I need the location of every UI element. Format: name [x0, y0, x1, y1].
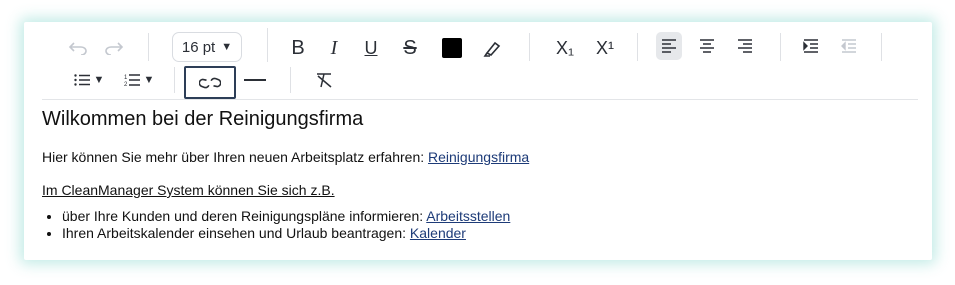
svg-text:1: 1	[124, 75, 128, 81]
font-size-value: 16 pt	[181, 38, 216, 56]
toolbar-separator	[637, 33, 638, 61]
toolbar-separator	[174, 67, 175, 93]
toolbar-separator	[290, 67, 291, 93]
redo-icon[interactable]	[100, 34, 128, 62]
clear-formatting-icon	[317, 73, 332, 88]
svg-text:2: 2	[124, 82, 128, 87]
kalender-link[interactable]: Kalender	[410, 225, 466, 241]
toolbar-separator	[881, 33, 882, 61]
bullet-list-button[interactable]: ▼	[70, 68, 108, 92]
bold-button[interactable]: B	[284, 34, 312, 62]
insert-link-button[interactable]	[184, 66, 236, 99]
highlight-button[interactable]	[479, 34, 507, 62]
chevron-down-icon: ▼	[143, 74, 155, 86]
undo-icon[interactable]	[64, 34, 92, 62]
align-center-button[interactable]	[694, 32, 720, 60]
highlighter-icon	[483, 41, 501, 57]
align-left-icon	[662, 39, 676, 53]
strikethrough-button[interactable]: S	[396, 34, 424, 62]
feature-list: über Ihre Kunden und deren Reinigungsplä…	[42, 208, 510, 242]
page-title: Wilkommen bei der Reinigungsfirma	[42, 108, 364, 130]
italic-button[interactable]: I	[320, 34, 348, 62]
intro-paragraph: Hier können Sie mehr über Ihren neuen Ar…	[42, 148, 529, 166]
subscript-icon: X₁	[555, 37, 575, 58]
list-item-text: Ihren Arbeitskalender einsehen und Urlau…	[62, 225, 410, 241]
editor-toolbar: 16 pt ▼ B I U S X₁ X¹ ▼ 1 2 ▼	[24, 22, 932, 100]
horizontal-rule-icon	[244, 79, 266, 81]
chevron-down-icon: ▼	[93, 74, 105, 86]
editor-card: 16 pt ▼ B I U S X₁ X¹ ▼ 1 2 ▼ Wilkommen …	[24, 22, 932, 260]
horizontal-rule-button[interactable]	[240, 68, 270, 92]
toolbar-separator	[267, 28, 268, 62]
system-line: Im CleanManager System können Sie sich z…	[42, 182, 335, 198]
arbeitsstellen-link[interactable]: Arbeitsstellen	[426, 208, 510, 224]
italic-icon: I	[330, 36, 338, 59]
text-color-button[interactable]	[438, 34, 466, 62]
bold-icon: B	[291, 36, 305, 59]
strikethrough-icon: S	[403, 36, 417, 59]
toolbar-divider	[42, 99, 918, 100]
indent-icon	[803, 39, 818, 53]
align-left-button[interactable]	[656, 32, 682, 60]
subscript-button[interactable]: X₁	[548, 34, 582, 62]
chevron-down-icon: ▼	[221, 41, 233, 53]
font-size-select[interactable]: 16 pt ▼	[172, 32, 242, 62]
intro-text: Hier können Sie mehr über Ihren neuen Ar…	[42, 149, 429, 165]
text-color-swatch	[442, 38, 462, 58]
numbered-list-button[interactable]: 12 ▼	[120, 68, 158, 92]
outdent-button[interactable]	[836, 32, 862, 60]
align-center-icon	[700, 39, 714, 53]
editor-content[interactable]: Wilkommen bei der Reinigungsfirma Hier k…	[42, 106, 912, 241]
indent-button[interactable]	[798, 32, 824, 60]
reinigungsfirma-link[interactable]: Reinigungsfirma	[428, 149, 529, 165]
outdent-icon	[841, 39, 856, 53]
toolbar-separator	[148, 33, 149, 61]
list-item: Ihren Arbeitskalender einsehen und Urlau…	[62, 225, 510, 242]
clear-formatting-button[interactable]	[310, 68, 340, 92]
list-item-text: über Ihre Kunden und deren Reinigungsplä…	[62, 208, 427, 224]
align-right-button[interactable]	[732, 32, 758, 60]
bullet-list-icon	[73, 74, 90, 86]
superscript-button[interactable]: X¹	[588, 34, 622, 62]
underline-icon: U	[364, 37, 378, 58]
numbered-list-icon: 12	[124, 74, 140, 87]
toolbar-separator	[780, 33, 781, 61]
underline-button[interactable]: U	[357, 34, 385, 62]
align-right-icon	[738, 39, 752, 53]
superscript-icon: X¹	[596, 37, 614, 58]
list-item: über Ihre Kunden und deren Reinigungsplä…	[62, 208, 510, 225]
toolbar-separator	[529, 33, 530, 61]
link-icon	[199, 77, 221, 88]
